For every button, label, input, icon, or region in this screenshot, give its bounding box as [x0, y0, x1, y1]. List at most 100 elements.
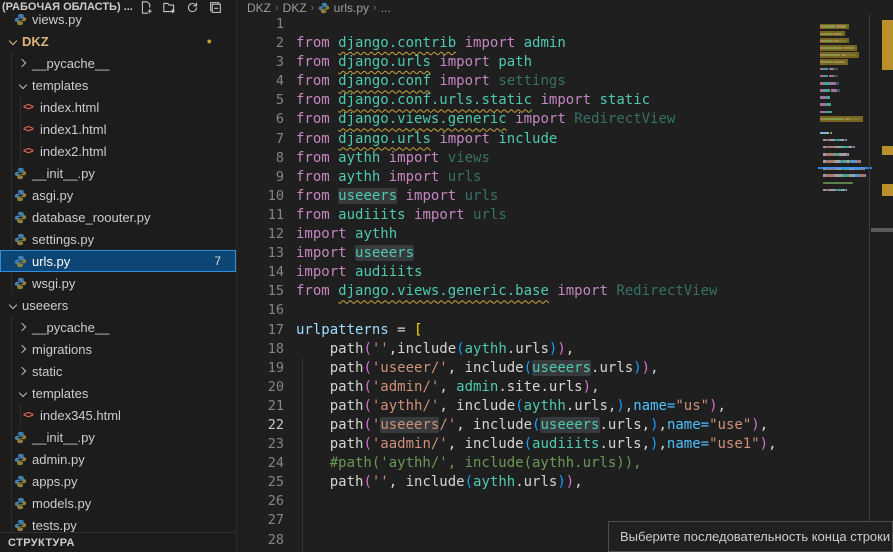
line-number: 15 [238, 282, 284, 301]
code-line[interactable]: 24 #path('aythh/', include(aythh.urls)), [238, 454, 893, 473]
tree-item-settings-py[interactable]: settings.py [0, 228, 236, 250]
tree-item-index2-html[interactable]: <>index2.html [0, 140, 236, 162]
code-line[interactable]: 9from aythh import urls [238, 168, 893, 187]
minimap-line [820, 172, 870, 179]
scrollbar[interactable] [871, 0, 893, 552]
minimap[interactable] [820, 16, 870, 215]
tree-item-wsgi-py[interactable]: wsgi.py [0, 272, 236, 294]
python-icon [14, 189, 27, 202]
python-icon [14, 211, 27, 224]
python-file-icon [12, 475, 28, 488]
chevron-right-icon[interactable] [16, 342, 30, 356]
tree-item-index345-html[interactable]: <>index345.html [0, 404, 236, 426]
code-line[interactable]: 5from django.conf.urls.static import sta… [238, 91, 893, 110]
code-line[interactable]: 14import audiiits [238, 263, 893, 282]
code-line-text [284, 301, 296, 320]
code-line[interactable]: 11from audiiits import urls [238, 206, 893, 225]
tree-item--pycache-[interactable]: __pycache__ [0, 316, 236, 338]
code-line[interactable]: 16 [238, 301, 893, 320]
python-icon [14, 255, 27, 268]
collapse-all-icon[interactable] [209, 1, 222, 14]
line-number: 25 [238, 473, 284, 492]
tree-item-label: migrations [32, 342, 92, 357]
code-line[interactable]: 26 [238, 492, 893, 511]
code-line[interactable]: 12import aythh [238, 225, 893, 244]
code-line[interactable]: 2from django.contrib import admin [238, 34, 893, 53]
code-line[interactable]: 8from aythh import views [238, 149, 893, 168]
tree-item-dkz[interactable]: DKZ● [0, 30, 236, 52]
code-line[interactable]: 4from django.conf import settings [238, 72, 893, 91]
tree-item-database-roouter-py[interactable]: database_roouter.py [0, 206, 236, 228]
code-line[interactable]: 23 path('aadmin/', include(audiiits.urls… [238, 435, 893, 454]
chevron-down-icon[interactable] [16, 386, 30, 400]
tree-item-templates[interactable]: templates [0, 382, 236, 404]
code-line[interactable]: 3from django.urls import path [238, 53, 893, 72]
chevron-down-icon[interactable] [16, 78, 30, 92]
tree-item-urls-py[interactable]: urls.py7 [0, 250, 236, 272]
chevron-right-icon[interactable] [16, 320, 30, 334]
tree-item--pycache-[interactable]: __pycache__ [0, 52, 236, 74]
line-number: 23 [238, 435, 284, 454]
code-line[interactable]: 17urlpatterns = [ [238, 321, 893, 340]
python-icon [14, 519, 27, 532]
tree-item--init-py[interactable]: __init__.py [0, 162, 236, 184]
minimap-line [820, 122, 870, 129]
python-icon [14, 453, 27, 466]
code-area[interactable]: 12from django.contrib import admin3from … [238, 15, 893, 552]
minimap-line [820, 80, 870, 87]
code-line[interactable]: 13import useeers [238, 244, 893, 263]
breadcrumb-item[interactable]: urls.py [318, 1, 369, 15]
minimap-line [820, 137, 870, 144]
breadcrumb-item[interactable]: DKZ [283, 1, 307, 15]
minimap-line [820, 115, 870, 122]
tree-item-index1-html[interactable]: <>index1.html [0, 118, 236, 140]
code-line[interactable]: 18 path('',include(aythh.urls)), [238, 340, 893, 359]
tree-item-label: __init__.py [32, 430, 95, 445]
code-line[interactable]: 10from useeers import urls [238, 187, 893, 206]
chevron-down-icon[interactable] [6, 34, 20, 48]
chevron-down-icon[interactable] [6, 298, 20, 312]
tree-item-label: index1.html [40, 122, 106, 137]
tree-item-static[interactable]: static [0, 360, 236, 382]
minimap-warning-highlight [820, 45, 857, 51]
line-number: 10 [238, 187, 284, 206]
tree-item-useeers[interactable]: useeers [0, 294, 236, 316]
ruler-warning-mark [882, 184, 893, 196]
breadcrumb-item[interactable]: ... [381, 1, 391, 15]
workspace-title: (РАБОЧАЯ ОБЛАСТЬ) ... [2, 1, 140, 13]
new-file-icon[interactable] [140, 1, 153, 14]
code-line[interactable]: 6from django.views.generic import Redire… [238, 110, 893, 129]
tree-item-asgi-py[interactable]: asgi.py [0, 184, 236, 206]
explorer-section-header[interactable]: (РАБОЧАЯ ОБЛАСТЬ) ... [0, 0, 236, 14]
outline-section-header[interactable]: СТРУКТУРА [0, 532, 236, 552]
code-line[interactable]: 1 [238, 15, 893, 34]
code-line[interactable]: 20 path('admin/', admin.site.urls), [238, 378, 893, 397]
minimap-warning-highlight [820, 24, 849, 30]
tree-item-templates[interactable]: templates [0, 74, 236, 96]
minimap-line [820, 101, 870, 108]
tree-item--init-py[interactable]: __init__.py [0, 426, 236, 448]
tree-item-index-html[interactable]: <>index.html [0, 96, 236, 118]
code-line[interactable]: 19 path('useeer/', include(useeers.urls)… [238, 359, 893, 378]
tree-item-label: index345.html [40, 408, 121, 423]
minimap-warning-highlight [820, 116, 863, 122]
tree-item-admin-py[interactable]: admin.py [0, 448, 236, 470]
tree-item-migrations[interactable]: migrations [0, 338, 236, 360]
code-line-text: from django.views.generic.base import Re… [284, 282, 717, 301]
line-number: 6 [238, 110, 284, 129]
new-folder-icon[interactable] [163, 1, 176, 14]
code-line[interactable]: 15from django.views.generic.base import … [238, 282, 893, 301]
code-line[interactable]: 21 path('aythh/', include(aythh.urls,),n… [238, 397, 893, 416]
chevron-right-icon[interactable] [16, 364, 30, 378]
refresh-icon[interactable] [186, 1, 199, 14]
ruler-warning-mark [882, 20, 893, 70]
chevron-right-icon[interactable] [16, 56, 30, 70]
code-line[interactable]: 7from django.urls import include [238, 130, 893, 149]
tree-item-apps-py[interactable]: apps.py [0, 470, 236, 492]
tree-item-models-py[interactable]: models.py [0, 492, 236, 514]
code-line[interactable]: 25 path('', include(aythh.urls)), [238, 473, 893, 492]
minimap-warning-highlight [820, 59, 848, 65]
breadcrumb-item[interactable]: DKZ [247, 1, 271, 15]
code-line[interactable]: 22 path('useeers/', include(useeers.urls… [238, 416, 893, 435]
python-icon [14, 167, 27, 180]
